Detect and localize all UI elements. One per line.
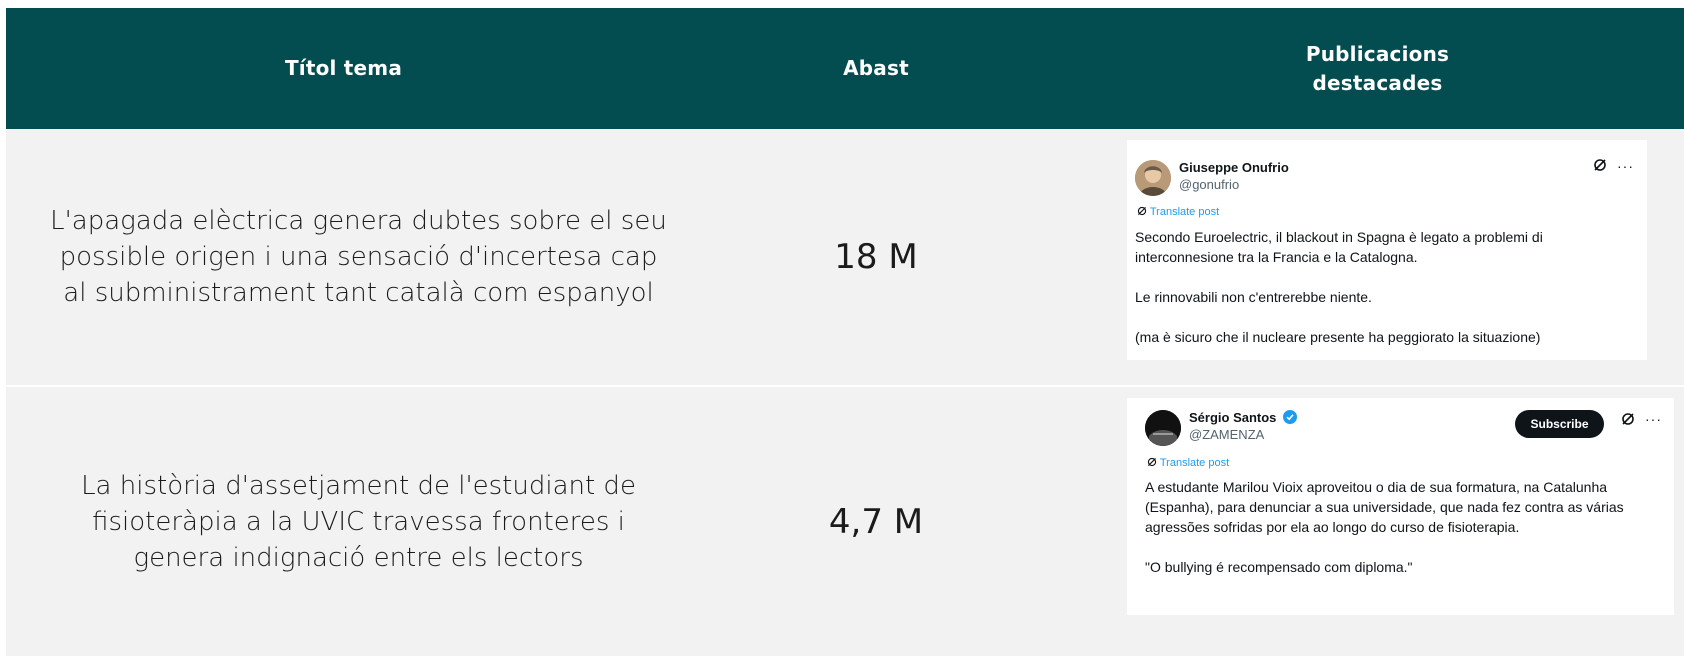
header-featured-posts: Publicacions destacades (1071, 8, 1684, 129)
post-author-handle[interactable]: @ZAMENZA (1189, 427, 1264, 442)
reach-value: 18 M (834, 237, 918, 277)
grok-icon[interactable] (1593, 158, 1607, 176)
translate-post-link[interactable]: Translate post (1147, 457, 1229, 469)
topic-title: L'apagada elèctrica genera dubtes sobre … (50, 206, 667, 308)
translate-post-link[interactable]: Translate post (1137, 206, 1219, 218)
grok-icon[interactable] (1621, 412, 1635, 430)
more-options-icon[interactable]: ··· (1645, 411, 1662, 427)
post-text: Secondo Euroelectric, il blackout in Spa… (1135, 229, 1543, 345)
reach-cell: 18 M (681, 129, 1071, 385)
header-reach: Abast (681, 8, 1071, 129)
post-author-handle[interactable]: @gonufrio (1179, 177, 1239, 192)
avatar[interactable] (1145, 410, 1181, 446)
header-topic-title-label: Títol tema (284, 56, 403, 80)
post-text: A estudante Marilou Vioix aproveitou o d… (1145, 479, 1624, 575)
topics-table: Títol tema Abast Publicacions destacades… (6, 8, 1684, 656)
table-row: L'apagada elèctrica genera dubtes sobre … (6, 129, 1684, 385)
post-author-name-text: Sérgio Santos (1189, 410, 1277, 425)
grok-icon (1137, 206, 1150, 218)
translate-post-label: Translate post (1149, 206, 1220, 218)
grok-icon (1147, 457, 1160, 469)
topic-title-cell: L'apagada elèctrica genera dubtes sobre … (36, 129, 681, 385)
topic-title: La història d'assetjament de l'estudiant… (81, 470, 636, 573)
more-options-icon[interactable]: ··· (1617, 158, 1634, 174)
topic-title-cell: La història d'assetjament de l'estudiant… (36, 387, 681, 656)
header-reach-label: Abast (843, 56, 909, 80)
post-body: A estudante Marilou Vioix aproveitou o d… (1145, 477, 1667, 577)
featured-post-card[interactable]: Sérgio Santos @ZAMENZA Subscribe ··· Tra… (1127, 398, 1674, 615)
verified-badge-icon (1283, 410, 1298, 427)
table-row: La història d'assetjament de l'estudiant… (6, 387, 1684, 656)
reach-value: 4,7 M (828, 501, 924, 542)
table-header: Títol tema Abast Publicacions destacades (6, 8, 1684, 129)
featured-post-card[interactable]: Giuseppe Onufrio @gonufrio ··· Translate… (1127, 140, 1647, 360)
reach-cell: 4,7 M (681, 387, 1071, 656)
avatar[interactable] (1135, 160, 1171, 196)
header-featured-posts-line1: Publicacions (1305, 41, 1450, 66)
translate-post-label: Translate post (1159, 457, 1230, 469)
post-author-name[interactable]: Giuseppe Onufrio (1179, 160, 1289, 175)
header-featured-posts-line2: destacades (1312, 70, 1443, 95)
header-topic-title: Títol tema (6, 8, 681, 129)
post-author-name[interactable]: Sérgio Santos (1189, 410, 1298, 427)
subscribe-button[interactable]: Subscribe (1515, 410, 1604, 438)
post-body: Secondo Euroelectric, il blackout in Spa… (1135, 227, 1640, 347)
